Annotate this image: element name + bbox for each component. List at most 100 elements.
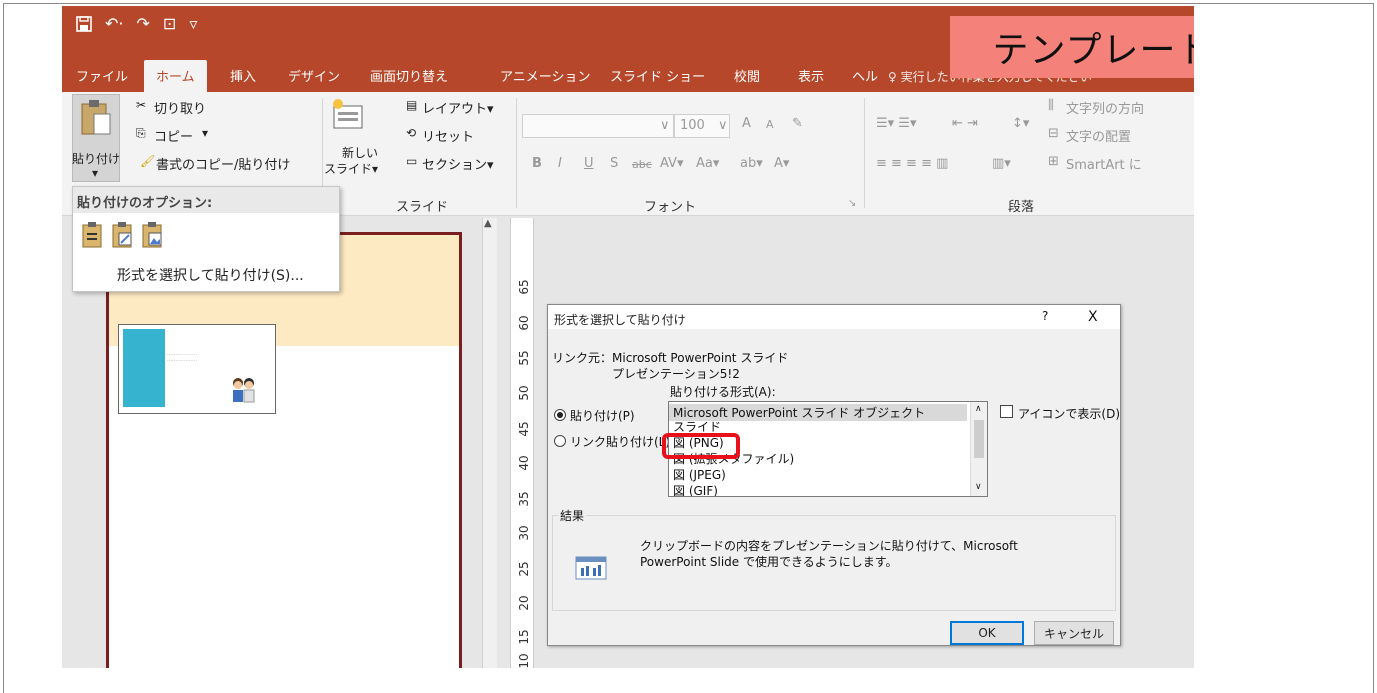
italic-button[interactable]: I <box>558 156 562 171</box>
format-painter-button[interactable]: 書式のコピー/貼り付け <box>156 154 290 173</box>
clipboard-icon <box>81 100 111 135</box>
paste-link-radio[interactable] <box>554 435 566 447</box>
result-label: 結果 <box>558 507 587 524</box>
change-case-button[interactable]: Aa▾ <box>696 156 719 171</box>
underline-button[interactable]: U <box>584 156 594 171</box>
slide-frame <box>106 232 462 668</box>
font-name-dropdown-icon[interactable]: ∨ <box>660 118 670 133</box>
chevron-down-icon[interactable]: ∨ <box>975 482 982 492</box>
strikethrough-button[interactable]: abc <box>632 158 652 171</box>
tab-view[interactable]: 表示 <box>798 66 824 85</box>
scroll-thumb[interactable] <box>974 420 984 458</box>
tab-slideshow[interactable]: スライド ショー <box>610 66 705 85</box>
cut-button[interactable]: 切り取り <box>154 98 206 117</box>
paste-as-label: 貼り付ける形式(A): <box>670 385 776 399</box>
tab-transitions[interactable]: 画面切り替え <box>370 66 448 85</box>
separator <box>864 98 865 208</box>
bold-button[interactable]: B <box>532 156 542 171</box>
paste-embed-icon[interactable] <box>111 221 135 249</box>
section-icon[interactable]: ▭ <box>406 154 417 168</box>
paste-special-item[interactable]: 形式を選択して貼り付け(S)... <box>85 260 335 288</box>
clear-format-icon[interactable]: ✎ <box>792 116 803 131</box>
highlight-button[interactable]: ab▾ <box>740 156 763 171</box>
result-text-1: クリップボードの内容をプレゼンテーションに貼り付けて、Microsoft <box>640 539 1018 553</box>
smartart-button[interactable]: SmartArt に <box>1066 154 1142 173</box>
result-text-2: PowerPoint Slide で使用できるようにします。 <box>640 555 898 569</box>
help-button[interactable]: ? <box>1042 309 1048 323</box>
char-spacing-button[interactable]: AV▾ <box>660 156 683 171</box>
slide-thumbnail[interactable]: ……………… ……………… <box>118 324 276 414</box>
cancel-button[interactable]: キャンセル <box>1034 621 1114 645</box>
font-group-label: フォント <box>644 200 697 215</box>
new-slide-icon[interactable] <box>330 98 366 132</box>
grow-font-button[interactable]: A <box>742 116 751 131</box>
section-button[interactable]: セクション▾ <box>422 154 494 173</box>
copy-dropdown[interactable]: ▾ <box>202 126 208 140</box>
text-direction-icon[interactable]: ⫼ <box>1048 98 1054 113</box>
align-text-icon[interactable]: ⊟ <box>1048 126 1059 141</box>
bullets-button[interactable]: ☰▾ ☰▾ <box>876 116 917 131</box>
scroll-up-icon[interactable]: ▲ <box>484 218 492 229</box>
reset-icon[interactable]: ⟲ <box>406 126 416 140</box>
copy-button[interactable]: コピー <box>154 126 193 145</box>
display-icon-checkbox[interactable] <box>1000 405 1013 418</box>
redo-icon[interactable]: ↷ <box>137 14 150 33</box>
ruler-label: 45 <box>517 421 531 437</box>
font-size-value: 100 <box>680 118 705 133</box>
ruler-label: 50 <box>517 385 531 401</box>
tab-design[interactable]: デザイン <box>288 66 340 85</box>
ok-button[interactable]: OK <box>950 621 1024 645</box>
text-direction-button[interactable]: 文字列の方向 <box>1066 98 1144 117</box>
layout-button[interactable]: レイアウト▾ <box>422 98 494 117</box>
customize-icon[interactable]: ▿ <box>189 14 197 33</box>
source-name: Microsoft PowerPoint スライド <box>612 351 789 365</box>
close-button[interactable]: X <box>1088 309 1098 325</box>
list-item[interactable]: 図 (GIF) <box>673 482 718 496</box>
paste-radio-label[interactable]: 貼り付け(P) <box>570 407 635 424</box>
list-scrollbar[interactable]: ∧ ∨ <box>970 402 987 496</box>
font-name-combo[interactable] <box>522 114 674 138</box>
align-text-button[interactable]: 文字の配置 <box>1066 126 1131 145</box>
font-size-dropdown-icon[interactable]: ∨ <box>718 118 728 133</box>
paste-link-radio-label[interactable]: リンク貼り付け(L) <box>570 433 670 450</box>
tab-review[interactable]: 校閲 <box>734 66 760 85</box>
paste-radio[interactable] <box>554 409 566 421</box>
layout-icon[interactable]: ▤ <box>406 98 417 112</box>
ruler-label: 30 <box>517 525 531 541</box>
tab-help[interactable]: ヘル <box>852 66 878 85</box>
shrink-font-button[interactable]: A <box>766 118 774 131</box>
present-icon[interactable]: ⊡ <box>163 14 176 33</box>
ruler-label: 40 <box>517 455 531 471</box>
paste-keep-source-icon[interactable] <box>81 221 105 249</box>
slides-group-label: スライド <box>396 200 449 215</box>
undo-icon[interactable]: ↶· <box>105 14 124 33</box>
shadow-button[interactable]: S <box>610 156 618 171</box>
columns-button[interactable]: ▥▾ <box>992 156 1011 171</box>
tab-home[interactable]: ホーム <box>144 60 207 92</box>
display-icon-label[interactable]: アイコンで表示(D) <box>1018 405 1120 422</box>
format-painter-icon[interactable]: 🖌 <box>140 154 155 168</box>
paste-options-menu: 貼り付けのオプション: 形式を選択して貼り付け(S)... <box>72 186 340 292</box>
indent-buttons[interactable]: ⇤ ⇥ <box>952 116 978 131</box>
copy-icon[interactable]: ⎘ <box>136 126 146 141</box>
tab-animations[interactable]: アニメーション <box>500 66 590 85</box>
smartart-icon[interactable]: ⊞ <box>1048 154 1059 169</box>
tab-file[interactable]: ファイル <box>76 66 128 85</box>
list-item[interactable]: 図 (JPEG) <box>673 466 726 483</box>
cut-icon[interactable]: ✂ <box>136 98 146 112</box>
quick-access-toolbar: ↶· ↷ ⊡ ▿ <box>76 14 197 33</box>
paste-picture-icon[interactable] <box>141 221 165 249</box>
align-buttons[interactable]: ≡ ≡ ≡ ≡ ▥ <box>876 156 948 171</box>
reset-button[interactable]: リセット <box>422 126 474 145</box>
thumbnail-text: ……………… ……………… <box>167 351 197 363</box>
new-slide-label-1[interactable]: 新しい <box>342 144 378 161</box>
new-slide-label-2[interactable]: スライド▾ <box>324 160 378 177</box>
tab-insert[interactable]: 挿入 <box>230 66 256 85</box>
save-icon[interactable] <box>76 15 92 32</box>
thumbnail-scrollbar[interactable]: ▲ <box>482 218 497 668</box>
font-dialog-launcher-icon[interactable]: ↘ <box>848 198 856 209</box>
vertical-ruler: 65 60 55 50 45 40 35 30 25 20 15 10 <box>510 218 534 668</box>
line-spacing-button[interactable]: ↕▾ <box>1012 116 1029 131</box>
chevron-up-icon[interactable]: ∧ <box>975 404 982 414</box>
font-color-button[interactable]: A▾ <box>774 156 789 171</box>
